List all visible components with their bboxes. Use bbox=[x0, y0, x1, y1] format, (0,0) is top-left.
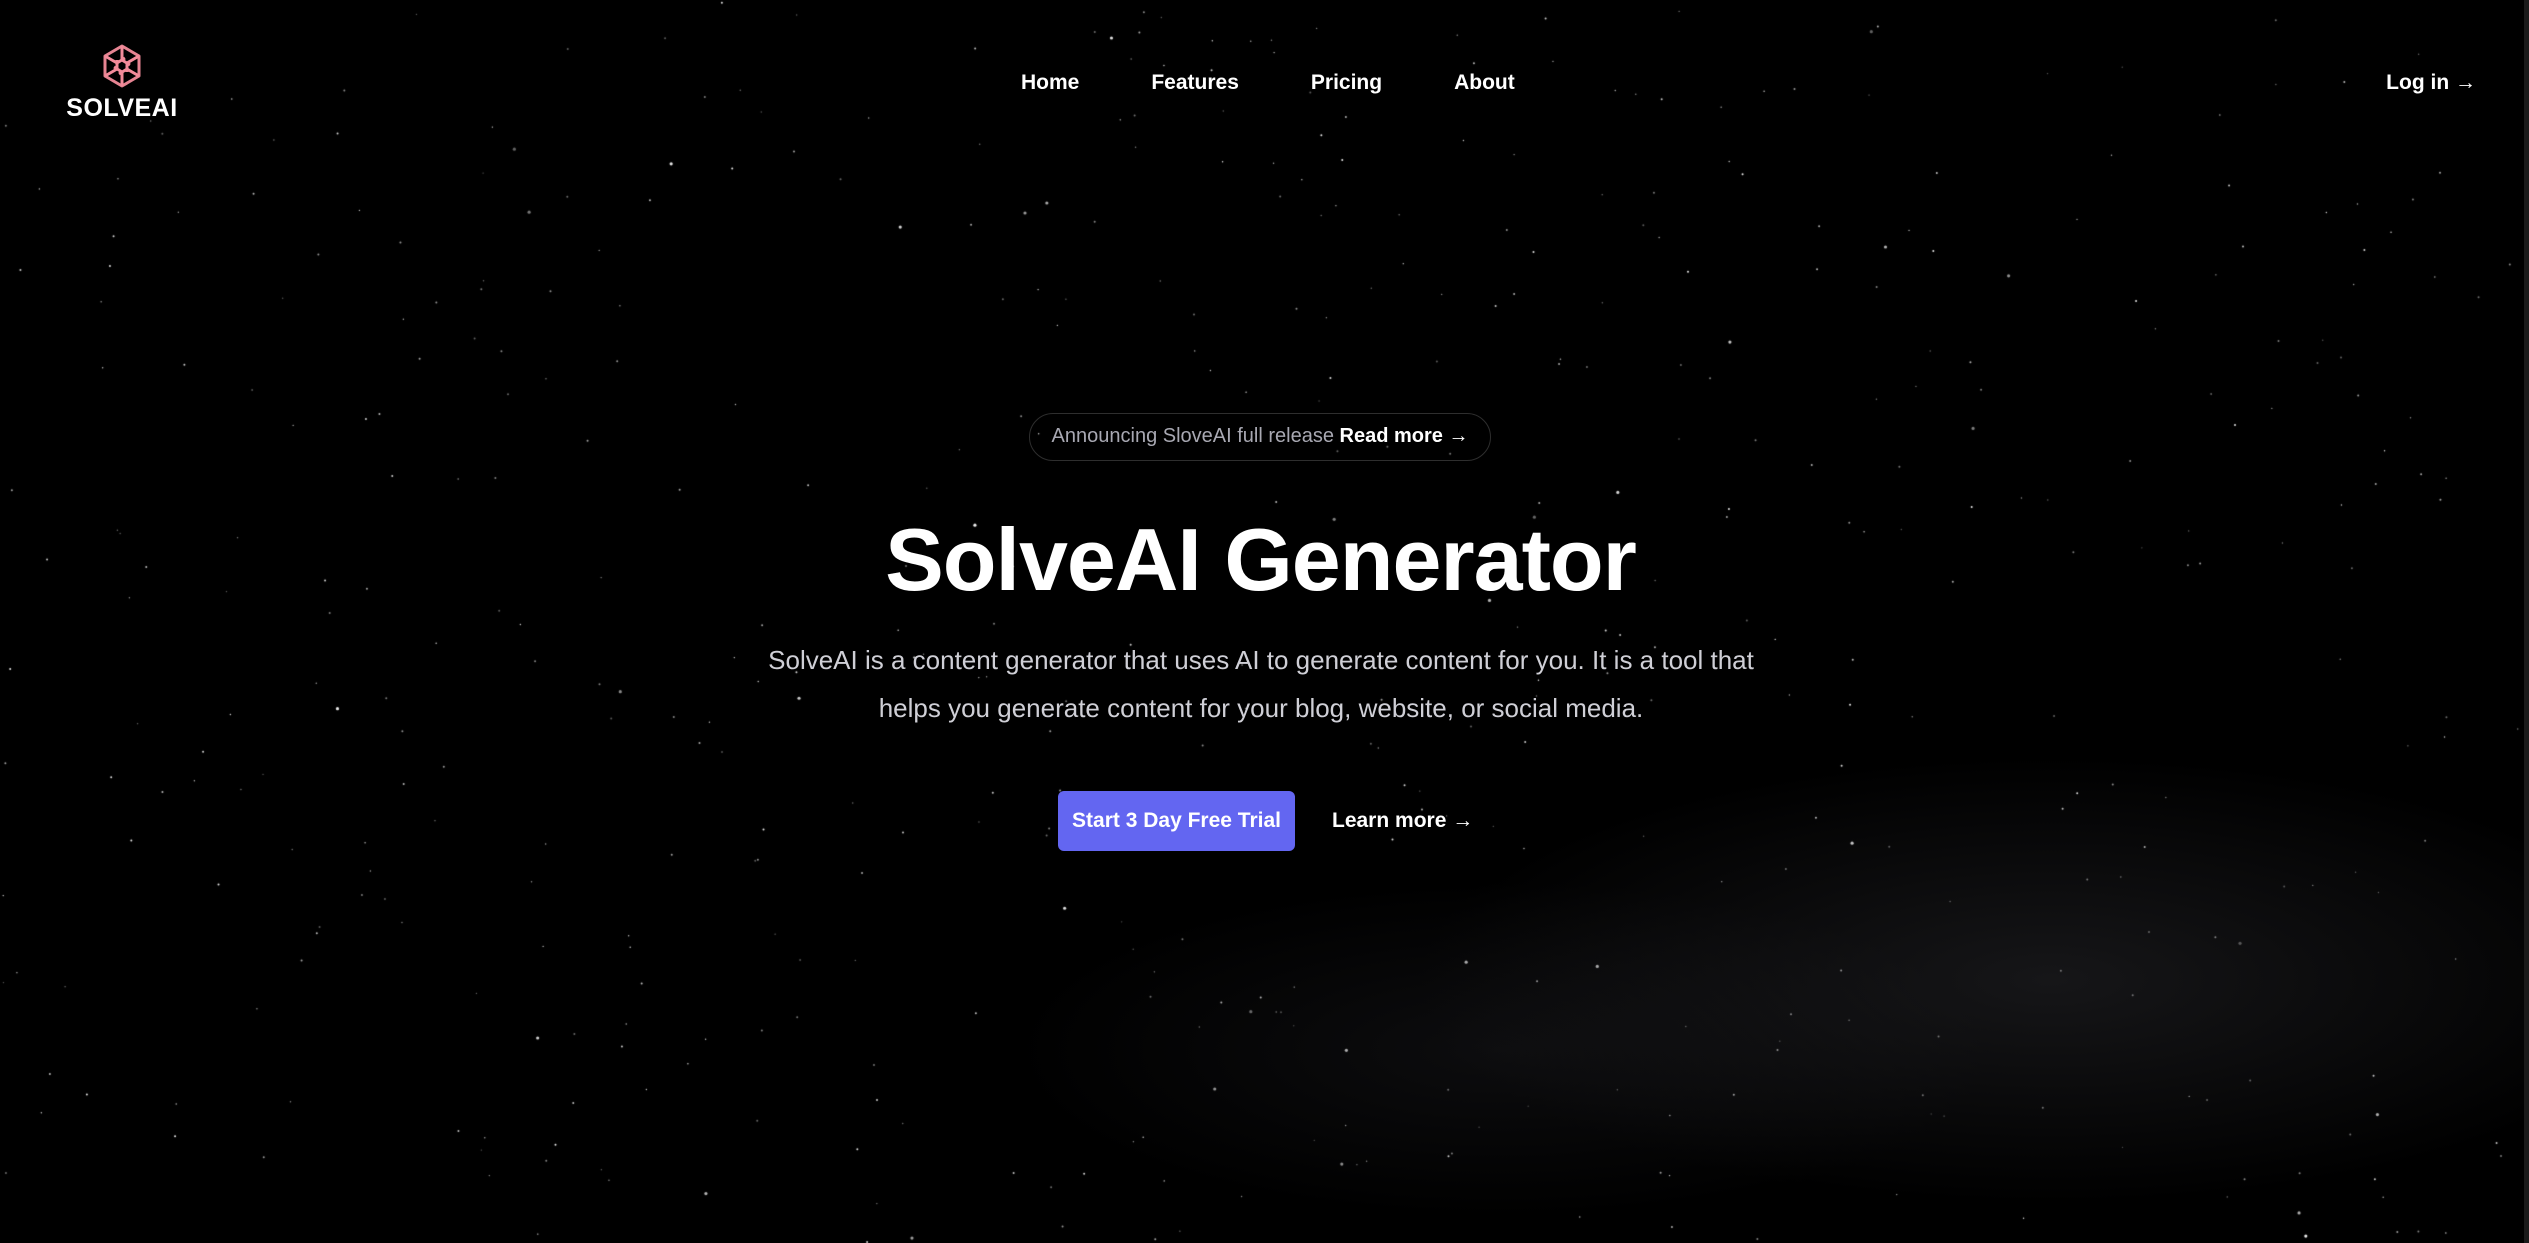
background-haze bbox=[0, 0, 2529, 1243]
logo-link[interactable]: SOLVEAI bbox=[66, 42, 178, 124]
hero-title: SolveAI Generator bbox=[885, 510, 1637, 609]
hexagon-swirl-logo-icon bbox=[103, 44, 141, 88]
nav-item-features[interactable]: Features bbox=[1151, 66, 1239, 100]
login-link[interactable]: Log in → bbox=[2386, 66, 2476, 100]
page-scrollbar[interactable] bbox=[2524, 0, 2529, 1243]
cta-row: Start 3 Day Free Trial Learn more → bbox=[1058, 791, 1473, 851]
hero-description: SolveAI is a content generator that uses… bbox=[768, 645, 1754, 723]
brand-name: SOLVEAI bbox=[66, 94, 178, 122]
announcement-text: Announcing SloveAI full release bbox=[1051, 425, 1334, 447]
announcement-pill[interactable]: Announcing SloveAI full release Read mor… bbox=[1029, 413, 1491, 461]
main-nav: Home Features Pricing About bbox=[1021, 66, 1515, 100]
nav-item-home[interactable]: Home bbox=[1021, 66, 1079, 100]
nav-item-about[interactable]: About bbox=[1454, 66, 1515, 100]
learn-more-link[interactable]: Learn more → bbox=[1332, 791, 1473, 851]
nav-item-pricing[interactable]: Pricing bbox=[1311, 66, 1382, 100]
announcement-read-more-link[interactable]: Read more → bbox=[1340, 425, 1469, 447]
start-free-trial-button[interactable]: Start 3 Day Free Trial bbox=[1058, 791, 1295, 851]
